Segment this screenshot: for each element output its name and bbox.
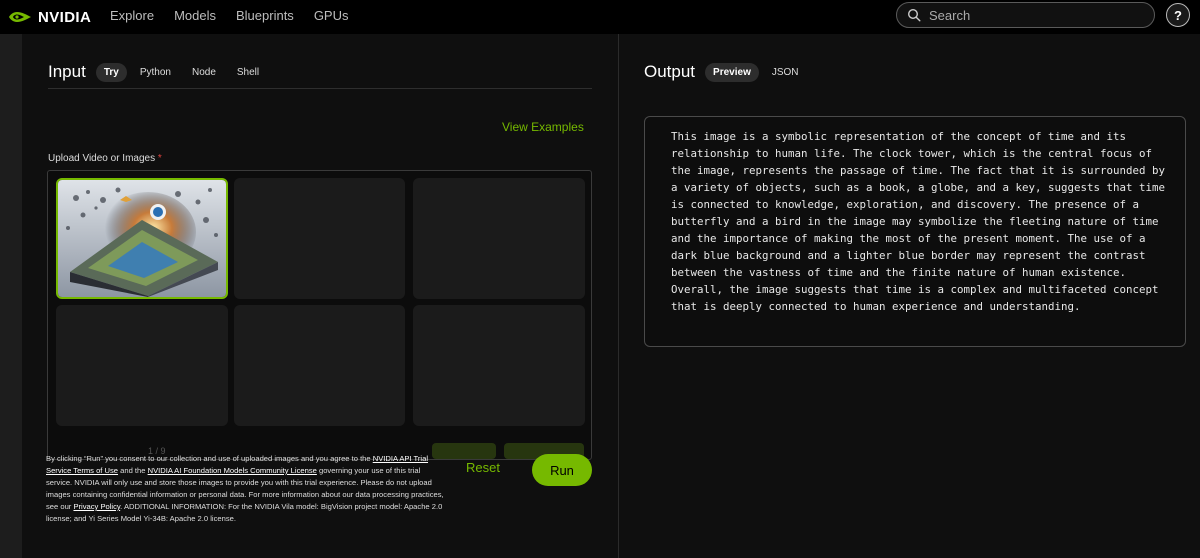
view-examples-link[interactable]: View Examples bbox=[502, 120, 584, 134]
consent-text: and the bbox=[118, 466, 148, 475]
run-button[interactable]: Run bbox=[532, 454, 592, 486]
search-input[interactable] bbox=[929, 7, 1139, 23]
empty-upload-slot[interactable] bbox=[413, 178, 585, 299]
nav-item-explore[interactable]: Explore bbox=[110, 8, 154, 24]
input-panel-header: Input Try Python Node Shell bbox=[48, 62, 272, 82]
reset-button[interactable]: Reset bbox=[466, 460, 500, 475]
empty-upload-slot[interactable] bbox=[234, 178, 405, 299]
brand-name: NVIDIA bbox=[38, 8, 92, 26]
nav-item-gpus[interactable]: GPUs bbox=[314, 8, 349, 24]
search-bar[interactable] bbox=[896, 2, 1155, 28]
community-license-link[interactable]: NVIDIA AI Foundation Models Community Li… bbox=[148, 466, 317, 475]
empty-upload-slot[interactable] bbox=[56, 305, 228, 426]
upload-dropzone[interactable] bbox=[47, 170, 592, 460]
top-navigation-bar: NVIDIA Explore Models Blueprints GPUs ? bbox=[0, 0, 1200, 34]
consent-text: By clicking “Run” you consent to our col… bbox=[46, 454, 373, 463]
required-marker: * bbox=[157, 153, 162, 164]
help-button[interactable]: ? bbox=[1166, 3, 1190, 27]
uploaded-image-thumbnail[interactable] bbox=[56, 178, 228, 299]
output-panel-header: Output Preview JSON bbox=[644, 62, 812, 82]
nav-item-blueprints[interactable]: Blueprints bbox=[236, 8, 294, 24]
uploaded-artwork-image bbox=[58, 180, 226, 297]
output-preview-box: This image is a symbolic representation … bbox=[644, 116, 1186, 347]
panel-divider bbox=[618, 34, 619, 558]
search-icon bbox=[907, 8, 921, 22]
empty-upload-slot[interactable] bbox=[413, 305, 585, 426]
nvidia-eye-icon bbox=[9, 12, 31, 22]
nvidia-logo[interactable]: NVIDIA bbox=[8, 6, 91, 28]
tab-json[interactable]: JSON bbox=[764, 63, 807, 82]
tab-preview[interactable]: Preview bbox=[705, 62, 759, 82]
tab-shell[interactable]: Shell bbox=[229, 63, 267, 82]
nav-item-models[interactable]: Models bbox=[174, 8, 216, 24]
upload-label-text: Upload Video or Images bbox=[48, 153, 156, 164]
output-panel-title: Output bbox=[644, 62, 696, 81]
left-sidebar-strip bbox=[0, 34, 22, 558]
output-text: This image is a symbolic representation … bbox=[671, 130, 1166, 313]
tab-try[interactable]: Try bbox=[95, 62, 127, 82]
empty-upload-slot[interactable] bbox=[234, 305, 405, 426]
input-panel-title: Input bbox=[48, 62, 86, 81]
tab-node[interactable]: Node bbox=[184, 63, 224, 82]
consent-notice: By clicking “Run” you consent to our col… bbox=[46, 453, 446, 525]
privacy-policy-link[interactable]: Privacy Policy bbox=[73, 502, 120, 511]
input-header-divider bbox=[48, 88, 592, 89]
tab-python[interactable]: Python bbox=[132, 63, 179, 82]
main-nav: Explore Models Blueprints GPUs bbox=[110, 8, 368, 24]
upload-field-label: Upload Video or Images * bbox=[48, 153, 162, 164]
